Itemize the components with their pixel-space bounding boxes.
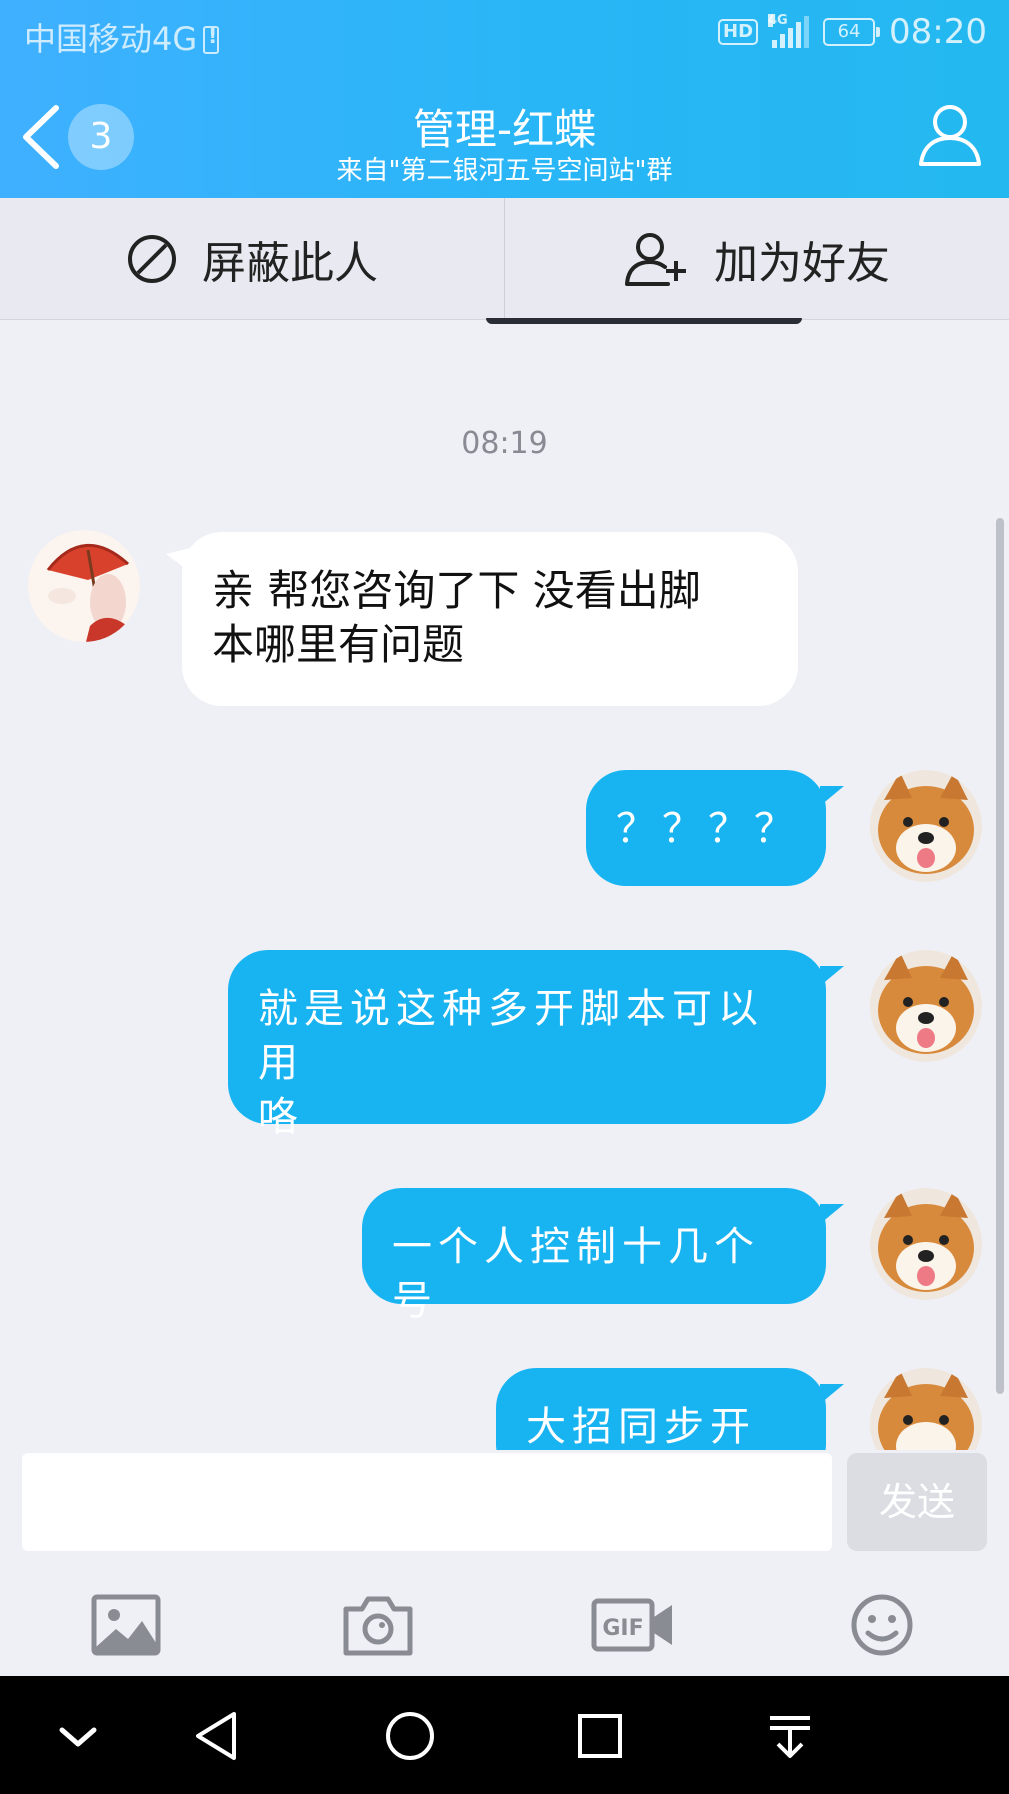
sender-avatar-image [28, 530, 140, 642]
battery-level: 64 [837, 21, 861, 42]
my-avatar[interactable] [870, 770, 982, 882]
emoji-icon[interactable] [842, 1585, 922, 1665]
battery-icon: 64 [823, 18, 881, 46]
chat-title: 管理-红蝶 [412, 105, 597, 154]
message-bubble-outgoing[interactable]: 一个人控制十几个号 [362, 1188, 826, 1324]
chat-scrollbar[interactable] [996, 518, 1004, 1394]
bubble-tail [820, 786, 844, 806]
recents-square-icon[interactable] [570, 1706, 630, 1766]
stranger-action-bar: 屏蔽此人 加为好友 [0, 198, 1009, 320]
add-friend-button[interactable]: 加为好友 [504, 198, 1009, 319]
chat-subtitle: 来自"第二银河五号空间站"群 [336, 156, 673, 186]
input-toolbar: GIF [0, 1585, 1009, 1665]
image-icon[interactable] [86, 1585, 166, 1665]
message-text: 本哪里有问题 [212, 620, 465, 669]
message-bubble-outgoing[interactable]: 就是说这种多开脚本可以用 咯 [228, 950, 826, 1140]
input-area: 发送 GIF [0, 1450, 1009, 1676]
gif-video-icon[interactable]: GIF [590, 1585, 676, 1665]
system-nav-bar [0, 1676, 1009, 1794]
my-avatar[interactable] [870, 1188, 982, 1300]
message-timestamp: 08:19 [461, 426, 548, 461]
camera-icon[interactable] [338, 1585, 418, 1665]
message-text: 一个人控制十几个号 [392, 1224, 760, 1324]
carrier-label: 中国移动4G [24, 14, 220, 60]
send-button[interactable]: 发送 [847, 1453, 987, 1551]
hd-badge: HD [718, 19, 759, 45]
my-avatar-clipped [870, 1368, 982, 1450]
add-friend-icon [625, 232, 686, 286]
block-user-label: 屏蔽此人 [202, 237, 378, 289]
message-bubble-outgoing[interactable]: ？？？？ [586, 770, 826, 886]
home-circle-icon[interactable] [380, 1706, 440, 1766]
sim-alert-icon [203, 24, 220, 54]
message-bubble-outgoing[interactable]: 大招同步开启 [496, 1368, 826, 1450]
collapse-chevron-icon[interactable] [48, 1706, 108, 1766]
message-text: 大招同步开启 [526, 1404, 756, 1450]
network-type: 4G [768, 13, 788, 28]
profile-icon[interactable] [917, 102, 983, 168]
message-input[interactable] [22, 1453, 832, 1551]
bubble-tail [820, 966, 844, 986]
sender-avatar[interactable] [28, 530, 140, 642]
notification-pull-icon[interactable] [760, 1706, 820, 1766]
my-avatar[interactable] [870, 1368, 982, 1450]
my-avatar[interactable] [870, 950, 982, 1062]
message-text: 咯 [258, 1094, 304, 1140]
svg-text:GIF: GIF [602, 1616, 643, 1641]
carrier-text: 中国移动4G [24, 20, 198, 58]
add-friend-label: 加为好友 [714, 237, 890, 289]
status-time: 08:20 [889, 12, 987, 52]
clipped-message-row: 大招同步开启 [0, 1360, 1009, 1450]
previous-message-edge [486, 318, 802, 324]
signal-icon: 4G [768, 14, 810, 48]
message-text: 亲 帮您咨询了下 没看出脚 [212, 566, 701, 615]
back-triangle-icon[interactable] [188, 1706, 248, 1766]
status-indicators: HD 4G 64 08:20 [718, 12, 987, 52]
message-bubble-incoming[interactable]: 亲 帮您咨询了下 没看出脚 本哪里有问题 [182, 532, 798, 706]
bubble-tail [820, 1384, 844, 1404]
status-bar: 中国移动4G HD 4G 64 08:20 [0, 0, 1009, 70]
message-text: 就是说这种多开脚本可以用 [258, 986, 764, 1086]
message-text: ？？？？ [616, 806, 800, 852]
bubble-tail [820, 1204, 844, 1224]
block-icon [128, 234, 176, 283]
chat-header: 中国移动4G HD 4G 64 08:20 3 管理-红蝶 来自"第二银河五号空… [0, 0, 1009, 198]
block-user-button[interactable]: 屏蔽此人 [0, 198, 504, 319]
